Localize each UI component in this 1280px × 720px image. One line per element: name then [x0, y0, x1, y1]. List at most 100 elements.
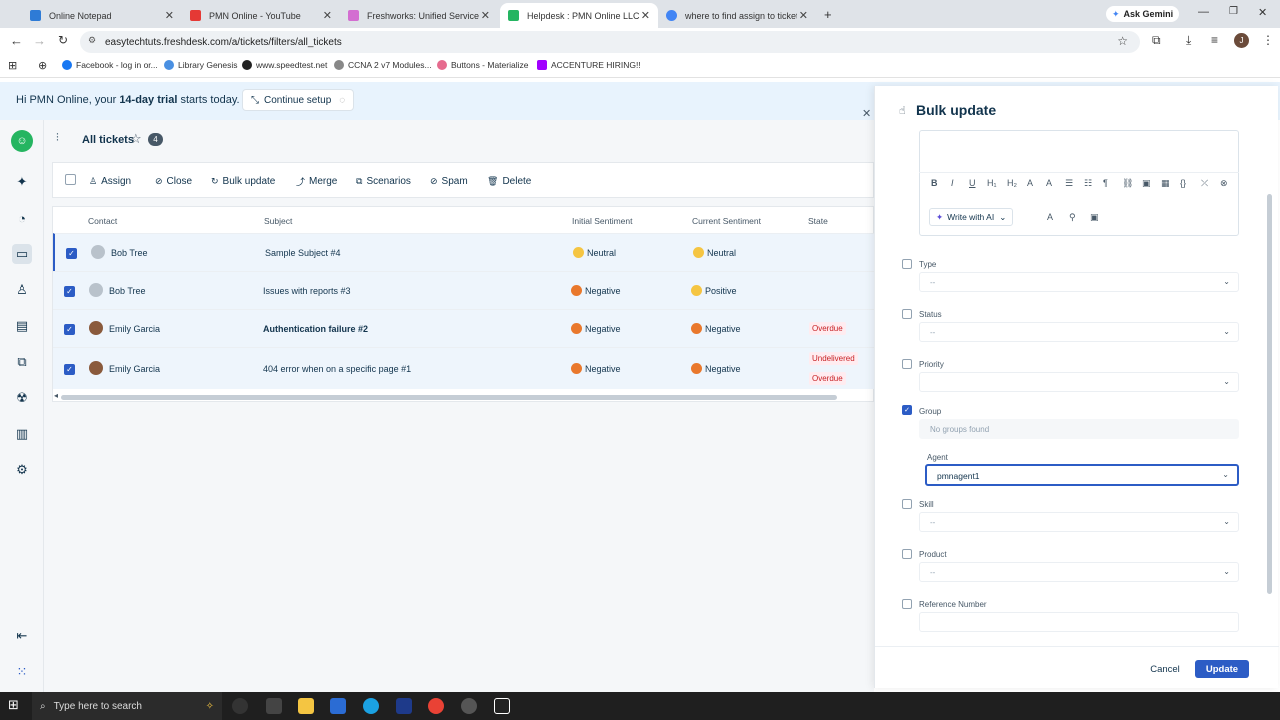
group-checkbox[interactable]: ✓	[902, 405, 912, 415]
file-explorer-icon[interactable]	[298, 698, 314, 714]
heading2-icon[interactable]: H₂	[1007, 178, 1017, 188]
numbered-list-icon[interactable]: ☷	[1084, 178, 1092, 189]
filter-toggle-icon[interactable]: ⫶	[56, 132, 59, 145]
browser-tab[interactable]: Freshworks: Unified Service Op ✕	[340, 3, 498, 28]
scenarios-button[interactable]: ⧉ Scenarios	[356, 172, 411, 190]
contact-name[interactable]: Bob Tree	[109, 286, 146, 296]
link-icon[interactable]: ⛓	[1122, 178, 1133, 189]
sidebar-chat-icon[interactable]: ⧉	[12, 352, 32, 372]
bookmark-item[interactable]: ACCENTURE HIRING!!	[537, 60, 641, 70]
cancel-button[interactable]: Cancel	[1139, 660, 1191, 678]
minimize-icon[interactable]: —	[1198, 6, 1209, 18]
sidebar-knowledge-icon[interactable]: ▤	[12, 316, 32, 336]
underline-icon[interactable]: U	[969, 178, 976, 188]
window-close-icon[interactable]: ✕	[1258, 6, 1267, 19]
drag-handle-icon[interactable]: ☝	[899, 104, 906, 117]
ticket-subject[interactable]: Sample Subject #4	[265, 248, 341, 258]
bold-icon[interactable]: B	[931, 178, 938, 188]
bookmark-item[interactable]: www.speedtest.net	[242, 60, 327, 70]
forward-icon[interactable]: →	[33, 33, 46, 48]
skill-checkbox[interactable]	[902, 499, 912, 509]
spam-button[interactable]: ⊘ Spam	[430, 172, 468, 190]
continue-setup-button[interactable]: ⤡ Continue setup ◌	[242, 89, 355, 111]
task-view-icon[interactable]	[266, 698, 282, 714]
app-icon[interactable]	[461, 698, 477, 714]
url-field[interactable]: ⚙ easytechtuts.freshdesk.com/a/tickets/f…	[80, 31, 1140, 53]
row-checkbox[interactable]: ✓	[64, 286, 75, 297]
extensions-icon[interactable]: ⧉	[1152, 33, 1161, 48]
chrome-icon[interactable]	[428, 698, 444, 714]
priority-select[interactable]: ⌄	[919, 372, 1239, 392]
row-checkbox[interactable]: ✓	[64, 324, 75, 335]
profile-avatar[interactable]: J	[1234, 33, 1249, 48]
close-tab-icon[interactable]: ✕	[799, 9, 808, 22]
close-tab-icon[interactable]: ✕	[641, 9, 650, 22]
merge-button[interactable]: ⤴ Merge	[296, 172, 337, 190]
select-all-checkbox[interactable]	[65, 174, 76, 185]
more-options-icon[interactable]: ⊗	[1220, 178, 1228, 189]
row-checkbox[interactable]: ✓	[64, 364, 75, 375]
product-checkbox[interactable]	[902, 549, 912, 559]
browser-tab[interactable]: PMN Online - YouTube ✕	[182, 3, 340, 28]
sidebar-apps-icon[interactable]: ⁙	[12, 662, 32, 682]
code-icon[interactable]: {}	[1180, 178, 1186, 188]
sidebar-bot-icon[interactable]: ☢	[12, 388, 32, 408]
bookmark-item[interactable]: CCNA 2 v7 Modules...	[334, 60, 432, 70]
product-select[interactable]: -- ⌄	[919, 562, 1239, 582]
table-icon[interactable]: ▦	[1161, 178, 1170, 189]
type-checkbox[interactable]	[902, 259, 912, 269]
ask-gemini-button[interactable]: ✦ Ask Gemini	[1106, 6, 1180, 22]
priority-checkbox[interactable]	[902, 359, 912, 369]
heading-icon[interactable]: H₁	[987, 178, 997, 188]
contact-name[interactable]: Emily Garcia	[109, 324, 160, 334]
back-icon[interactable]: ←	[10, 33, 23, 48]
reference-checkbox[interactable]	[902, 599, 912, 609]
close-panel-icon[interactable]: ✕	[862, 107, 871, 120]
ticket-subject[interactable]: Authentication failure #2	[263, 324, 368, 334]
status-checkbox[interactable]	[902, 309, 912, 319]
cortana-icon[interactable]	[232, 698, 248, 714]
ticket-subject[interactable]: 404 error when on a specific page #1	[263, 364, 411, 374]
edge-icon[interactable]	[363, 698, 379, 714]
capcut-icon[interactable]	[494, 698, 510, 714]
update-button[interactable]: Update	[1195, 660, 1249, 678]
sidebar-settings-icon[interactable]: ⚙	[12, 460, 32, 480]
browser-tab[interactable]: where to find assign to ticket fr ✕	[658, 3, 816, 28]
column-header-current-sentiment[interactable]: Current Sentiment	[692, 216, 761, 226]
font-color-icon[interactable]: A	[1046, 178, 1052, 188]
bulk-update-button[interactable]: ↻ Bulk update	[211, 172, 275, 190]
type-select[interactable]: -- ⌄	[919, 272, 1239, 292]
scroll-left-icon[interactable]: ◂	[54, 391, 58, 400]
column-header-contact[interactable]: Contact	[88, 216, 117, 226]
bullet-list-icon[interactable]: ☰	[1065, 178, 1073, 189]
status-select[interactable]: -- ⌄	[919, 322, 1239, 342]
browser-menu-icon[interactable]: ⋮	[1262, 33, 1274, 47]
ticket-subject[interactable]: Issues with reports #3	[263, 286, 351, 296]
sidebar-collapse-icon[interactable]: ⇤	[12, 626, 32, 646]
table-row[interactable]: ✓ Emily Garcia 404 error when on a speci…	[53, 347, 874, 389]
delete-button[interactable]: 🗑 Delete	[487, 172, 531, 190]
restore-icon[interactable]: ❐	[1229, 6, 1238, 17]
close-tab-icon[interactable]: ✕	[165, 9, 174, 22]
close-button[interactable]: ⊘ Close	[155, 172, 192, 190]
new-tab-icon[interactable]: +	[824, 7, 832, 22]
windows-start-icon[interactable]: ⊞	[8, 697, 19, 713]
row-checkbox[interactable]: ✓	[66, 248, 77, 259]
sidebar-tickets-icon[interactable]: ▭	[12, 244, 32, 264]
bookmark-item[interactable]: Library Genesis	[164, 60, 238, 70]
sidebar-ai-icon[interactable]: ✦	[12, 172, 32, 192]
freshdesk-logo[interactable]: ☺	[11, 130, 33, 152]
image-icon[interactable]: ▣	[1142, 178, 1151, 189]
attachment-icon[interactable]: ⚲	[1069, 212, 1076, 223]
font-icon[interactable]: A	[1047, 212, 1053, 222]
reload-icon[interactable]: ↻	[58, 33, 68, 47]
agent-select[interactable]: pmnagent1 ⌄	[925, 464, 1239, 486]
skill-select[interactable]: -- ⌄	[919, 512, 1239, 532]
bookmark-item[interactable]: Buttons - Materialize	[437, 60, 528, 70]
table-row[interactable]: ✓ Emily Garcia Authentication failure #2…	[53, 309, 874, 347]
photoshop-icon[interactable]	[396, 698, 412, 714]
column-header-initial-sentiment[interactable]: Initial Sentiment	[572, 216, 632, 226]
download-icon[interactable]: ⤓	[1186, 33, 1191, 48]
table-row[interactable]: ✓ Bob Tree Sample Subject #4 Neutral Neu…	[53, 233, 874, 271]
column-header-state[interactable]: State	[808, 216, 828, 226]
